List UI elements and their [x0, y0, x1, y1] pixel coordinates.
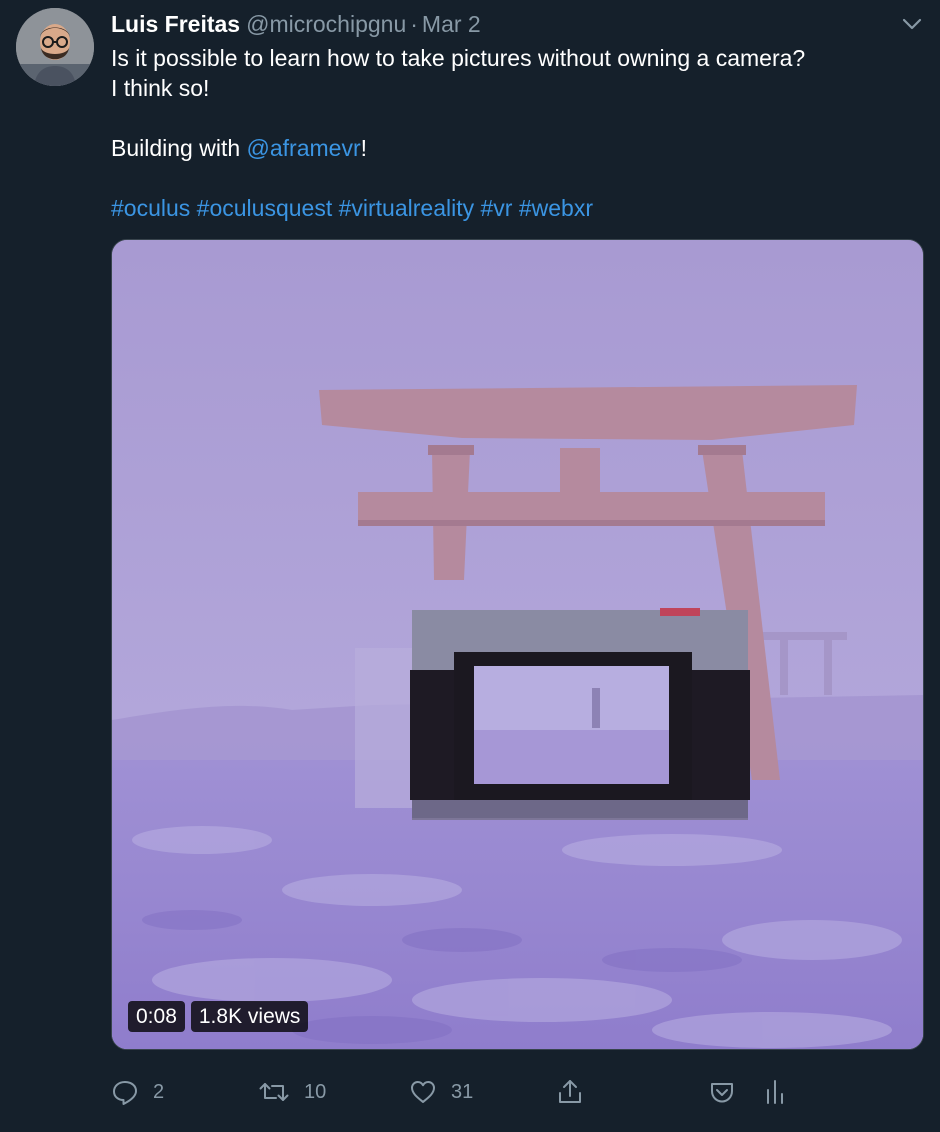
share-button[interactable]	[556, 1072, 584, 1112]
user-avatar-icon	[16, 8, 94, 86]
hashtag-link[interactable]: #vr	[481, 195, 513, 221]
video-badges: 0:08 1.8K views	[128, 1001, 309, 1032]
reply-count: 2	[153, 1080, 165, 1103]
video-frame	[112, 240, 923, 1049]
hashtag-link[interactable]: #oculus	[111, 195, 190, 221]
hashtag-line: #oculus #oculusquest #virtualreality #vr…	[111, 193, 921, 223]
hashtag-link[interactable]: #oculusquest	[197, 195, 333, 221]
action-bar: 2 10 31	[111, 1072, 921, 1112]
separator-dot: ·	[410, 11, 418, 37]
share-icon	[559, 1080, 581, 1103]
video-duration-badge: 0:08	[128, 1001, 185, 1032]
tweet-text-line: Building with @aframevr!	[111, 133, 921, 163]
like-button[interactable]: 31	[409, 1072, 473, 1112]
tweet-text: Is it possible to learn how to take pict…	[111, 43, 921, 223]
analytics-icon	[767, 1080, 783, 1104]
mention-link[interactable]: @aframevr	[247, 135, 361, 161]
analytics-button[interactable]	[763, 1072, 787, 1112]
retweet-count: 10	[304, 1080, 327, 1103]
hashtag-link[interactable]: #webxr	[519, 195, 593, 221]
tweet-card[interactable]: Luis Freitas @microchipgnu · Mar 2 Is it po…	[0, 0, 940, 1132]
author-name[interactable]: Luis Freitas	[111, 11, 240, 37]
hashtag-link[interactable]: #virtualreality	[339, 195, 475, 221]
tweet-date[interactable]: Mar 2	[422, 11, 481, 37]
reply-icon	[113, 1081, 137, 1105]
avatar[interactable]	[16, 8, 94, 86]
more-options-button[interactable]	[898, 12, 926, 36]
reply-button[interactable]: 2	[111, 1072, 164, 1112]
video-player[interactable]	[111, 239, 924, 1050]
like-count: 31	[451, 1080, 474, 1103]
tweet-header: Luis Freitas @microchipgnu · Mar 2	[111, 10, 481, 38]
chevron-down-icon	[902, 18, 922, 30]
pocket-icon	[711, 1083, 733, 1103]
video-views-badge: 1.8K views	[190, 1001, 309, 1032]
tweet-text-line: I think so!	[111, 75, 210, 101]
pocket-button[interactable]	[708, 1072, 736, 1112]
retweet-icon	[259, 1083, 289, 1101]
tweet-text-line: Is it possible to learn how to take pict…	[111, 45, 806, 71]
author-handle[interactable]: @microchipgnu	[246, 11, 406, 37]
heart-icon	[411, 1081, 435, 1103]
text-fragment: Building with	[111, 135, 247, 161]
text-fragment: !	[360, 135, 368, 161]
retweet-button[interactable]: 10	[258, 1072, 326, 1112]
